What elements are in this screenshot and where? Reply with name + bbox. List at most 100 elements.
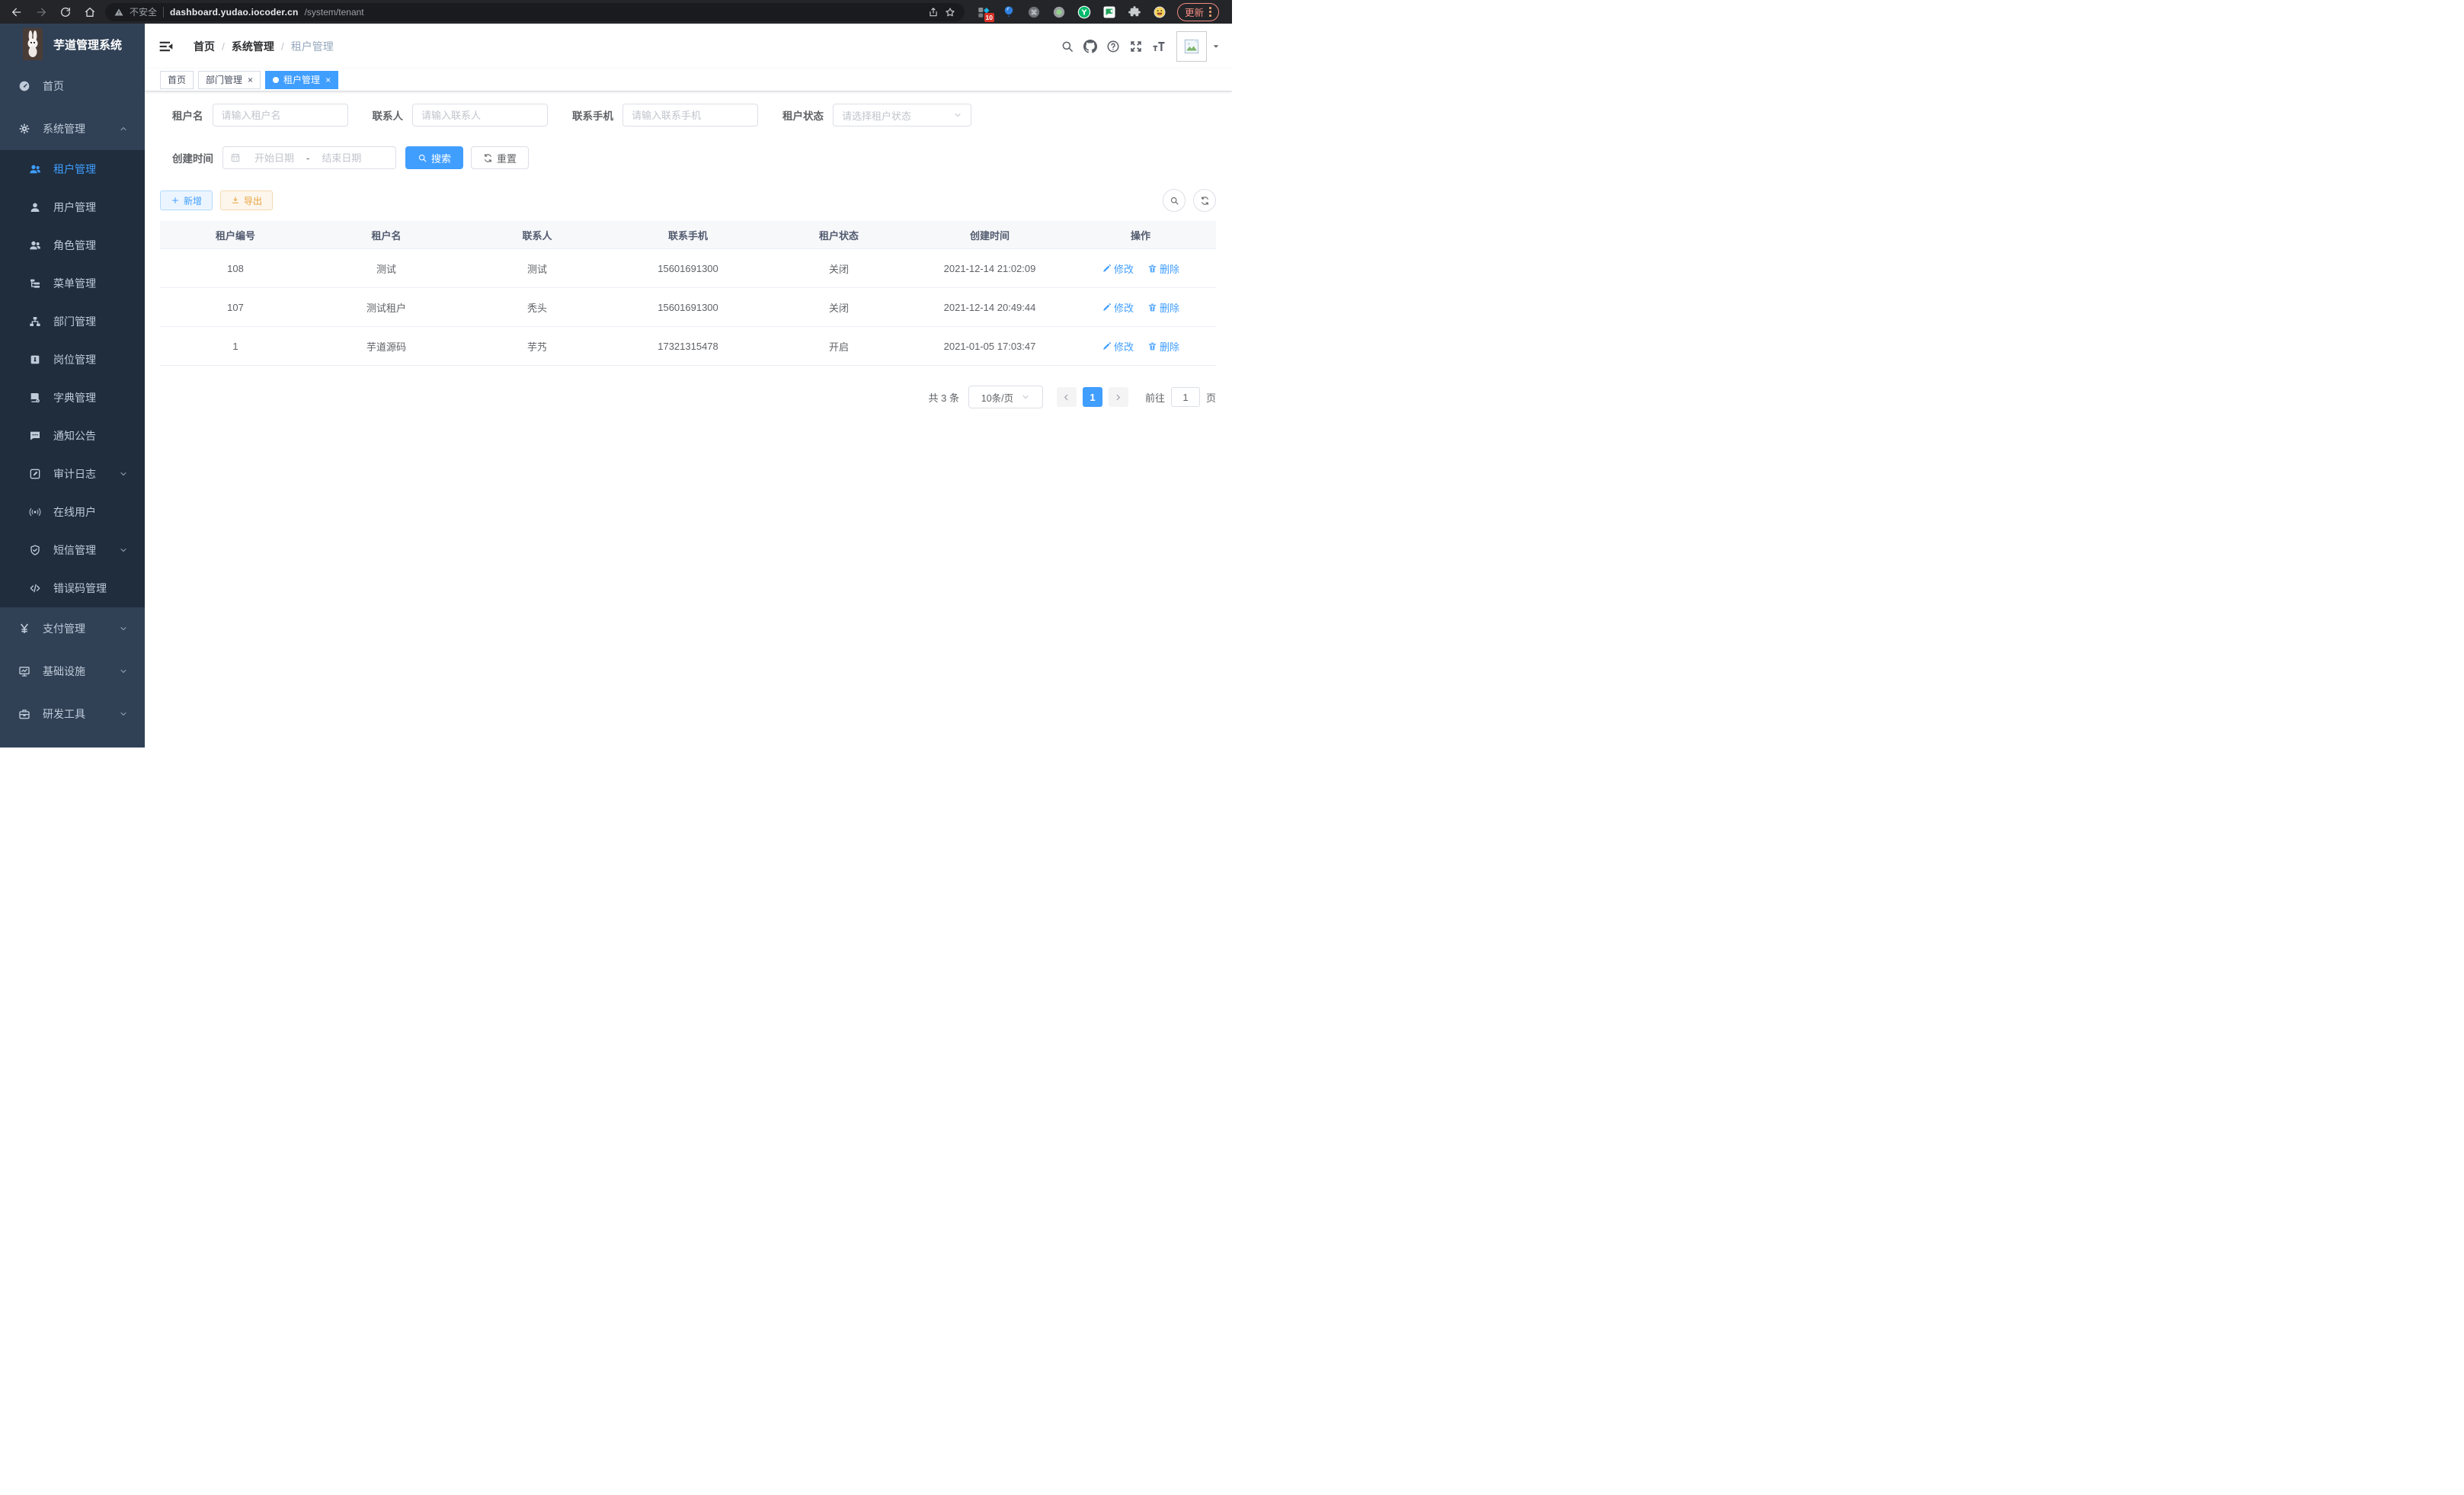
tenant-name-input[interactable] (213, 104, 348, 126)
table-row: 1芋道源码芋艿17321315478开启2021-01-05 17:03:47修… (160, 327, 1216, 366)
sidebar-item-研发工具[interactable]: 研发工具 (0, 693, 145, 735)
sidebar-item-租户管理[interactable]: 租户管理 (0, 150, 145, 188)
page-number-button[interactable]: 1 (1083, 387, 1102, 407)
hamburger-icon[interactable] (158, 39, 174, 54)
cell-status: 开启 (763, 327, 914, 366)
caret-down-icon[interactable] (1212, 43, 1220, 50)
delete-link-label: 删除 (1160, 300, 1179, 315)
browser-update-button[interactable]: 更新 (1177, 3, 1219, 21)
ext-yuque-icon[interactable]: Y (1077, 5, 1091, 19)
next-page-button[interactable] (1109, 387, 1128, 407)
sidebar-item-短信管理[interactable]: 短信管理 (0, 531, 145, 569)
date-separator: - (306, 152, 309, 164)
tab-close-icon[interactable]: × (248, 75, 253, 85)
sidebar-item-角色管理[interactable]: 角色管理 (0, 226, 145, 264)
edit-link[interactable]: 修改 (1102, 339, 1134, 354)
sidebar-item-字典管理[interactable]: 字典管理 (0, 379, 145, 417)
fullscreen-icon[interactable] (1125, 35, 1147, 58)
search-icon[interactable] (1056, 35, 1079, 58)
date-range-picker[interactable]: - (222, 146, 396, 169)
sidebar-item-错误码管理[interactable]: 错误码管理 (0, 569, 145, 607)
home-icon[interactable] (84, 6, 96, 18)
extension-bar: 10 ⌘ Y (977, 5, 1166, 19)
forward-icon[interactable] (35, 6, 47, 18)
sidebar-item-在线用户[interactable]: 在线用户 (0, 493, 145, 531)
ext-command-icon[interactable]: ⌘ (1027, 5, 1041, 19)
sidebar-item-通知公告[interactable]: 通知公告 (0, 417, 145, 455)
pager-nav: 1 (1057, 387, 1128, 407)
sidebar-item-系统管理[interactable]: 系统管理 (0, 107, 145, 150)
code-icon (29, 582, 41, 594)
logo-row[interactable]: 芋道管理系统 (0, 24, 145, 65)
help-icon[interactable] (1102, 35, 1125, 58)
ext-emoji-icon[interactable] (1153, 5, 1166, 19)
toggle-search-button[interactable] (1163, 189, 1186, 212)
chevron-down-icon (119, 624, 128, 633)
sidebar-item-label: 研发工具 (43, 706, 85, 722)
column-header-操作: 操作 (1065, 221, 1216, 249)
page-size-select[interactable]: 10条/页 (968, 386, 1043, 408)
delete-link[interactable]: 删除 (1147, 300, 1179, 315)
end-date-input[interactable] (312, 152, 370, 165)
cell-contact: 秃头 (462, 288, 613, 327)
kebab-menu-icon[interactable] (1209, 7, 1211, 17)
start-date-input[interactable] (245, 152, 303, 165)
delete-link[interactable]: 删除 (1147, 339, 1179, 354)
breadcrumb-item-系统管理[interactable]: 系统管理 (232, 39, 274, 54)
dashboard-icon (18, 80, 30, 92)
sidebar-menu: 首页系统管理租户管理用户管理角色管理菜单管理部门管理岗位管理字典管理通知公告审计… (0, 65, 145, 735)
toolbox-icon (18, 708, 30, 720)
ext-balloon-icon[interactable] (1002, 5, 1016, 19)
sidebar-item-label: 部门管理 (53, 314, 96, 329)
sidebar-item-岗位管理[interactable]: 岗位管理 (0, 341, 145, 379)
ext-chat-icon[interactable] (1102, 5, 1116, 19)
cell-contact: 测试 (462, 249, 613, 288)
sidebar-item-审计日志[interactable]: 审计日志 (0, 455, 145, 493)
delete-link-label: 删除 (1160, 339, 1179, 354)
sidebar-item-用户管理[interactable]: 用户管理 (0, 188, 145, 226)
tab-部门管理[interactable]: 部门管理× (198, 71, 261, 89)
delete-link[interactable]: 删除 (1147, 261, 1179, 276)
back-icon[interactable] (11, 6, 23, 18)
refresh-table-button[interactable] (1193, 189, 1216, 212)
tab-close-icon[interactable]: × (325, 75, 331, 85)
delete-icon (1147, 303, 1157, 312)
sidebar-item-部门管理[interactable]: 部门管理 (0, 303, 145, 341)
avatar[interactable] (1176, 31, 1207, 62)
money-icon (18, 623, 30, 635)
sms-icon (29, 544, 41, 556)
prev-page-button[interactable] (1057, 387, 1077, 407)
bookmark-star-icon[interactable] (945, 7, 955, 18)
mobile-input[interactable] (622, 104, 758, 126)
sidebar-item-支付管理[interactable]: 支付管理 (0, 607, 145, 650)
share-icon[interactable] (928, 7, 939, 18)
sidebar-item-首页[interactable]: 首页 (0, 65, 145, 107)
reload-icon[interactable] (59, 6, 72, 18)
edit-link[interactable]: 修改 (1102, 261, 1134, 276)
sidebar-item-基础设施[interactable]: 基础设施 (0, 650, 145, 693)
contact-input[interactable] (412, 104, 548, 126)
sidebar-item-菜单管理[interactable]: 菜单管理 (0, 264, 145, 303)
github-icon[interactable] (1079, 35, 1102, 58)
breadcrumb-item-首页[interactable]: 首页 (194, 39, 215, 54)
goto-page-input[interactable] (1171, 387, 1200, 407)
tenant-status-select[interactable]: 请选择租户状态 (833, 104, 971, 126)
toolbar: 新增 导出 (160, 189, 1216, 212)
cell-id: 108 (160, 249, 311, 288)
search-button[interactable]: 搜索 (405, 146, 463, 169)
add-button[interactable]: 新增 (160, 190, 213, 210)
reset-button[interactable]: 重置 (471, 146, 529, 169)
security-label[interactable]: 不安全 (130, 5, 157, 18)
pager-goto: 前往 页 (1145, 387, 1216, 407)
ext-recorder-icon[interactable] (1052, 5, 1066, 19)
edit-link[interactable]: 修改 (1102, 300, 1134, 315)
ext-puzzle-icon[interactable] (1128, 5, 1141, 19)
export-button[interactable]: 导出 (220, 190, 273, 210)
peoples-icon (29, 163, 41, 175)
tab-首页[interactable]: 首页 (160, 71, 194, 89)
ext-bookmark-badge-icon[interactable]: 10 (977, 5, 990, 19)
address-bar[interactable]: 不安全 dashboard.yudao.iocoder.cn /system/t… (105, 3, 965, 21)
tab-租户管理[interactable]: 租户管理× (265, 71, 338, 89)
font-size-icon[interactable] (1147, 35, 1170, 58)
table-row: 107测试租户秃头15601691300关闭2021-12-14 20:49:4… (160, 288, 1216, 327)
